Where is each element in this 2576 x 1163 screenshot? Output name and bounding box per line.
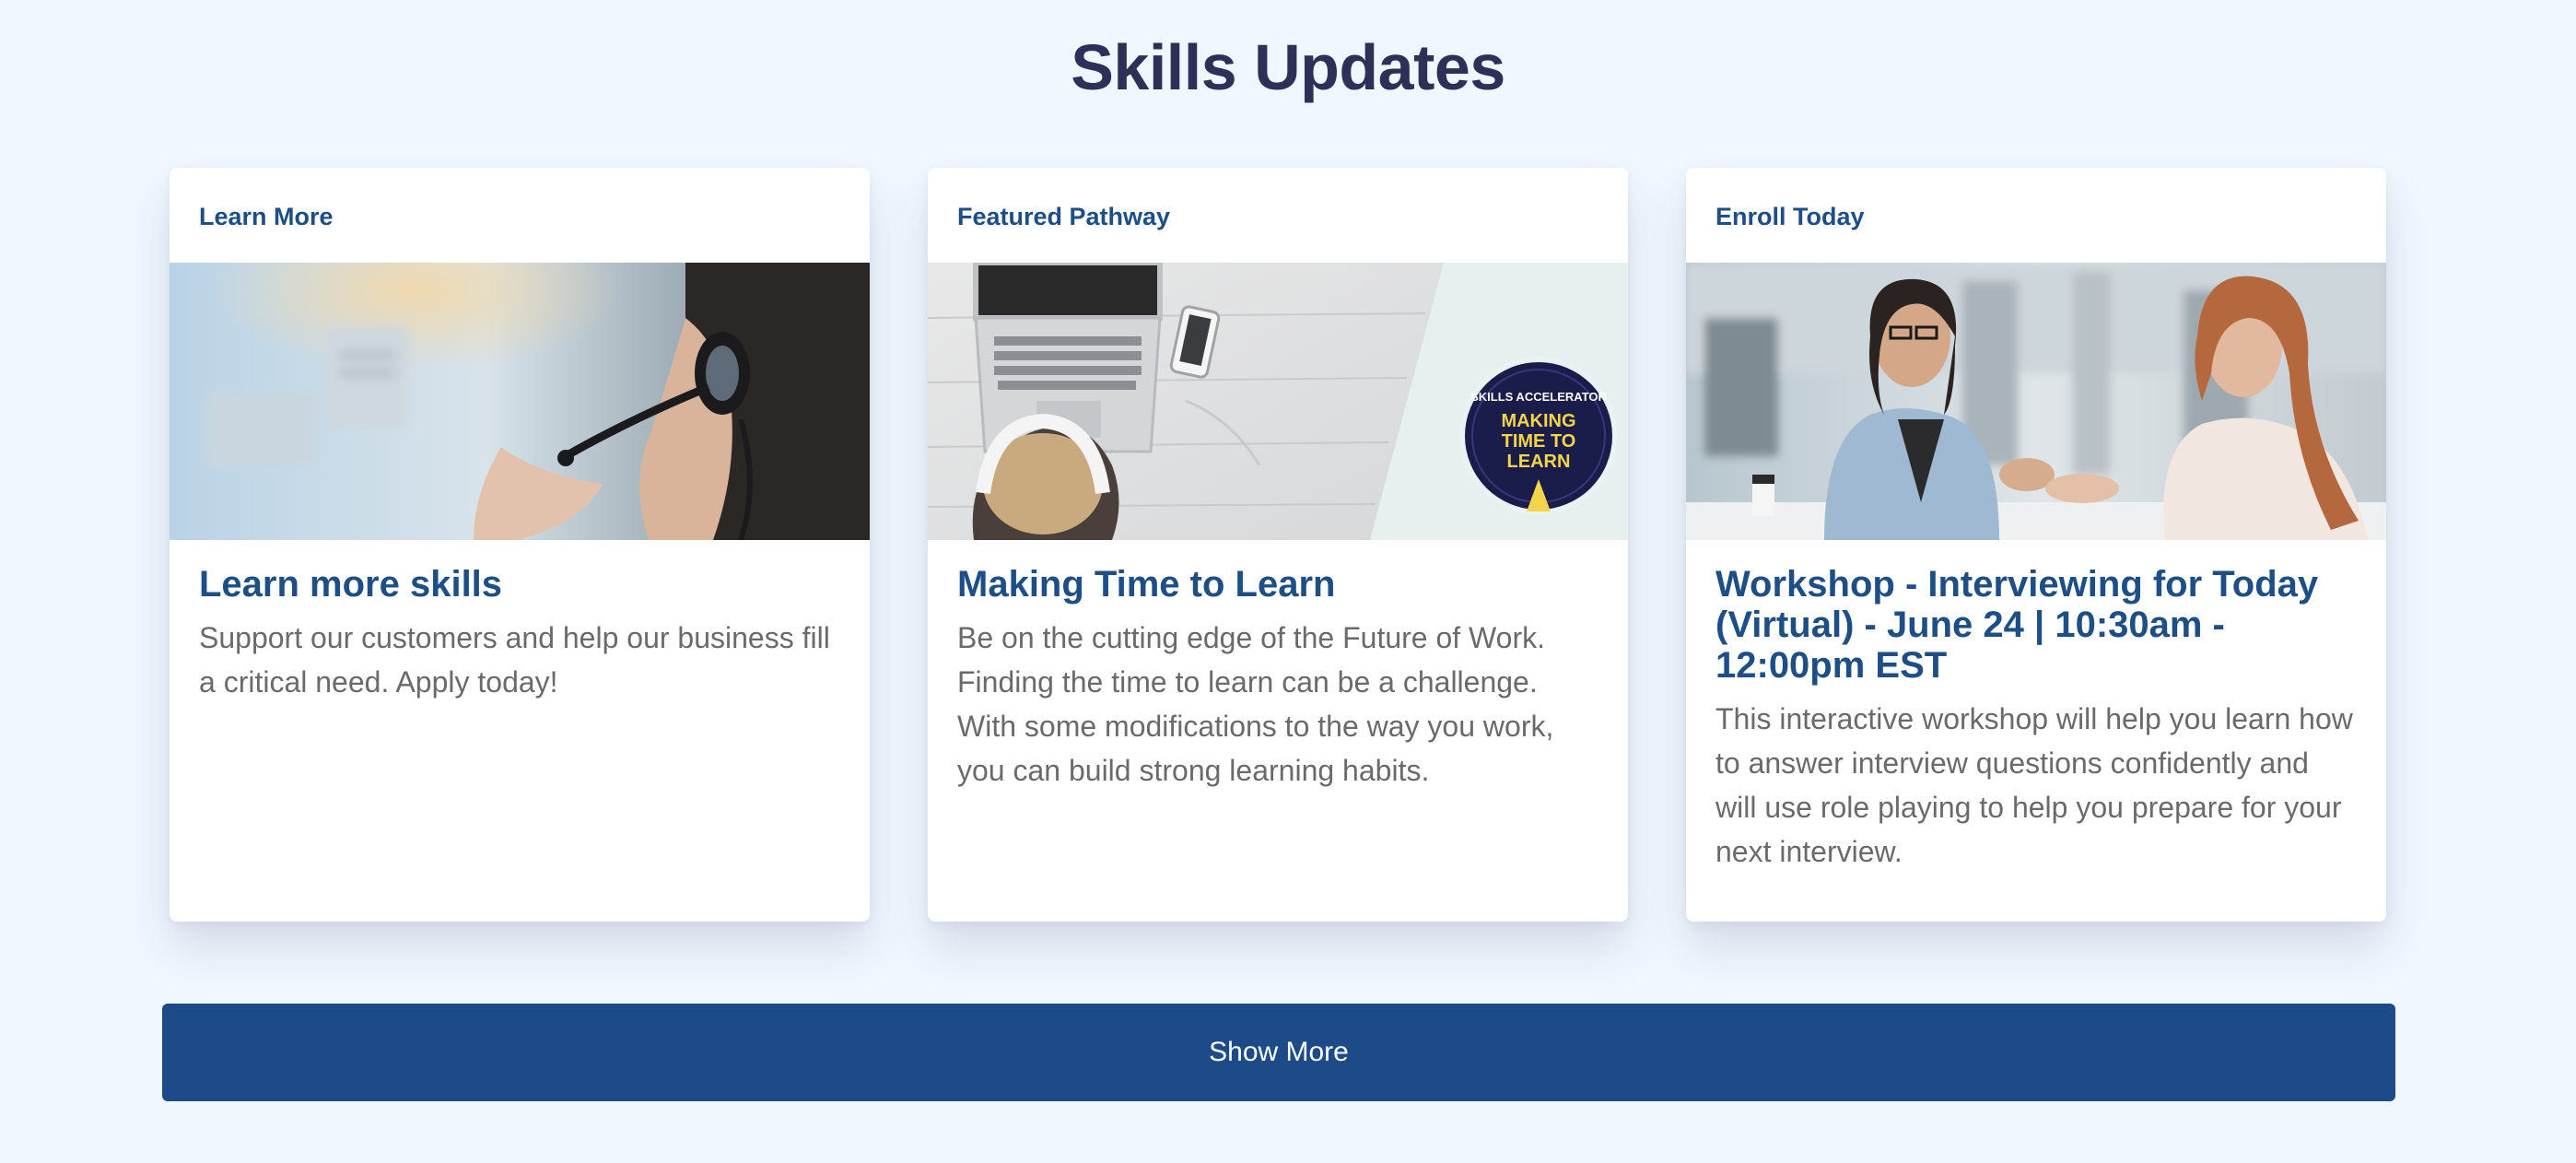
card-eyebrow[interactable]: Learn More [199, 201, 334, 232]
card-title[interactable]: Workshop - Interviewing for Today (Virtu… [1715, 564, 2357, 686]
card-description: This interactive workshop will help you … [1715, 702, 2353, 868]
card-title[interactable]: Making Time to Learn [957, 564, 1598, 605]
svg-text:TIME TO: TIME TO [1502, 431, 1576, 452]
card-description: Be on the cutting edge of the Future of … [957, 621, 1554, 787]
skills-updates-page: Skills Updates Learn More Learn more ski… [0, 0, 2576, 1163]
headset-agent-photo [170, 263, 870, 540]
office-conversation-photo [1686, 263, 2386, 540]
show-more-button[interactable]: Show More [162, 1004, 2395, 1101]
card-image-interview-workshop [1686, 263, 2386, 540]
card-description: Support our customers and help our busin… [199, 621, 830, 699]
card-image-headset-agent [170, 263, 870, 540]
skills-accelerator-badge: SKILLS ACCELERATOR MAKING TIME TO LEARN [1459, 357, 1618, 515]
card-eyebrow[interactable]: Enroll Today [1715, 201, 1865, 232]
svg-text:MAKING: MAKING [1501, 411, 1575, 431]
card-body: Making Time to Learn Be on the cutting e… [957, 564, 1598, 793]
card-body: Workshop - Interviewing for Today (Virtu… [1715, 564, 2357, 874]
laptop-learner-photo: SKILLS ACCELERATOR MAKING TIME TO LEARN [928, 263, 1628, 540]
card-body: Learn more skills Support our customers … [199, 564, 840, 704]
card-title[interactable]: Learn more skills [199, 564, 840, 605]
card-eyebrow[interactable]: Featured Pathway [957, 201, 1170, 232]
card-image-making-time-to-learn: SKILLS ACCELERATOR MAKING TIME TO LEARN [928, 263, 1628, 540]
svg-text:SKILLS ACCELERATOR: SKILLS ACCELERATOR [1470, 390, 1607, 404]
card-learn-more[interactable]: Learn More Learn more skills Support our… [170, 168, 870, 922]
card-featured-pathway[interactable]: Featured Pathway SKILLS ACCELERATOR MAKI… [928, 168, 1628, 922]
svg-text:LEARN: LEARN [1507, 452, 1571, 472]
section-title: Skills Updates [1071, 31, 1505, 103]
card-enroll-today[interactable]: Enroll Today Workshop - Interviewing for… [1686, 168, 2386, 922]
